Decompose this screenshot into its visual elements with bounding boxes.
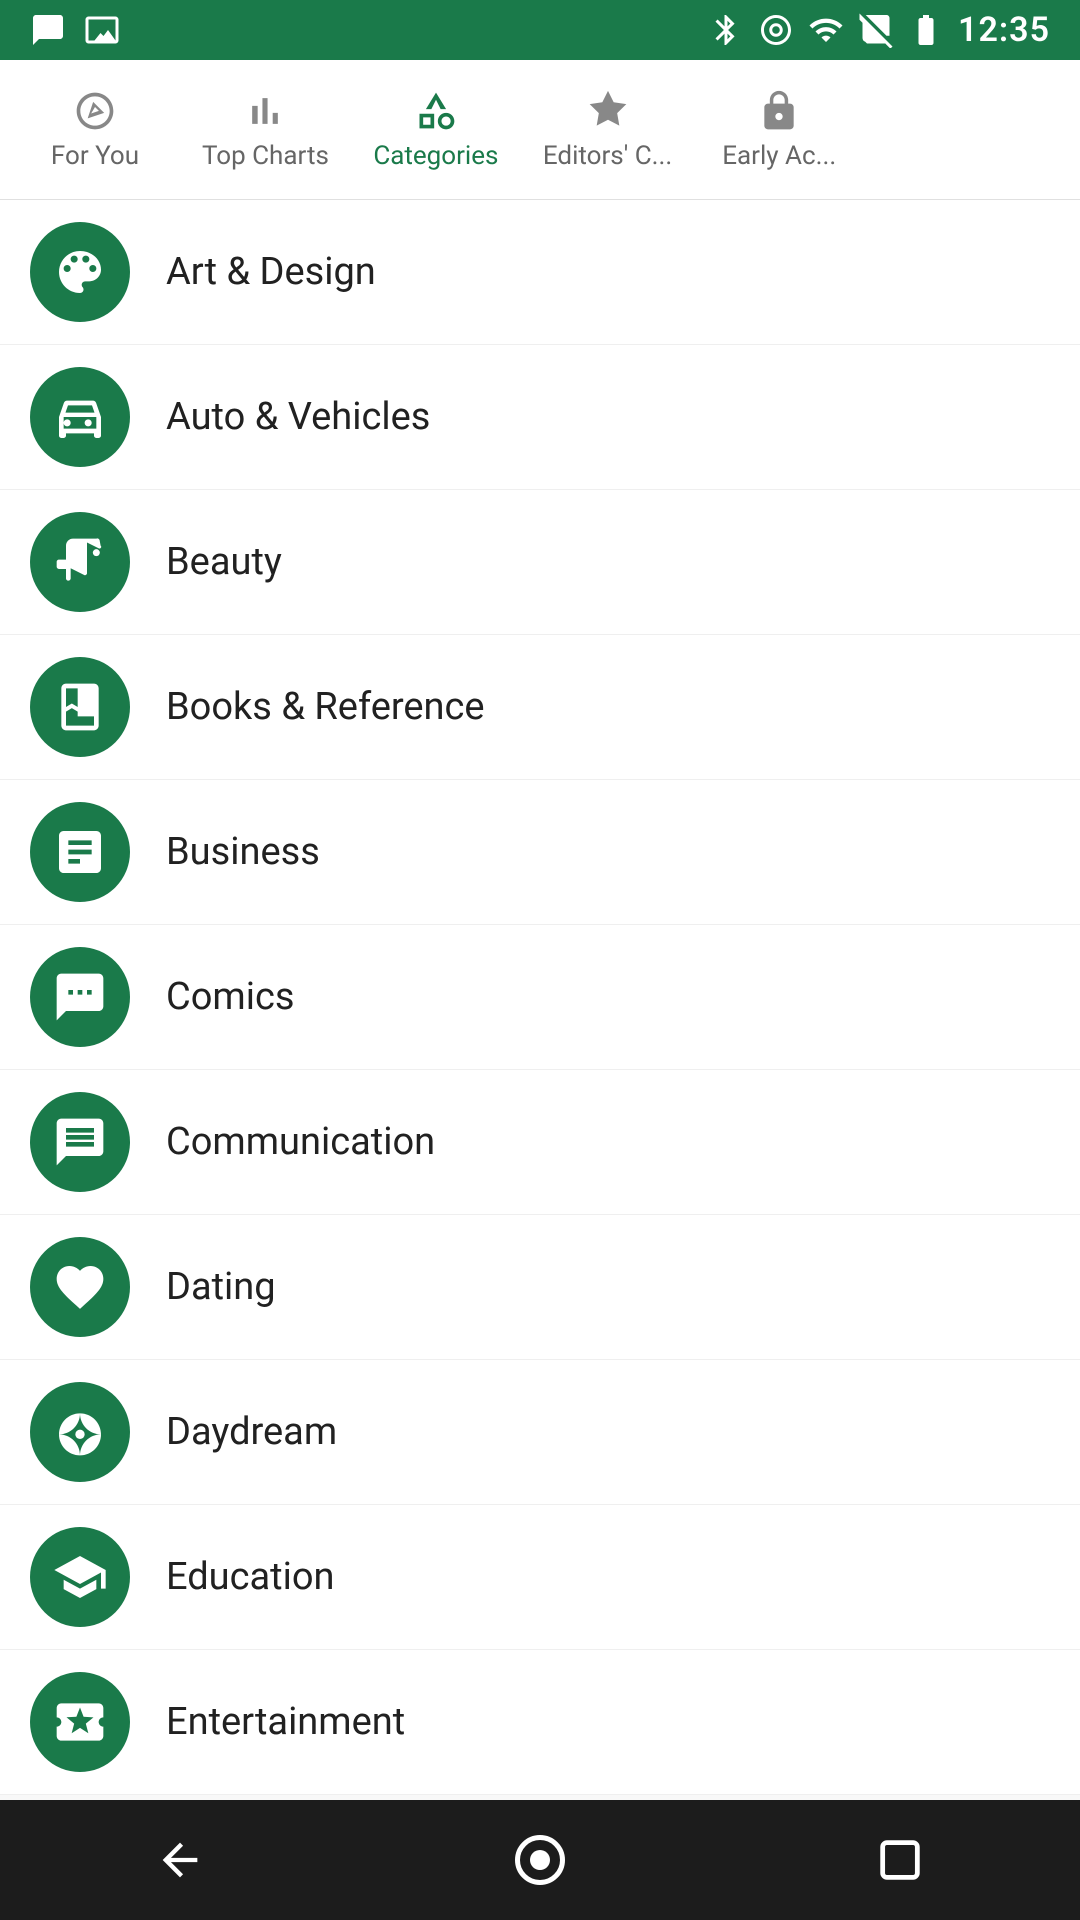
tab-categories[interactable]: Categories xyxy=(351,79,521,181)
business-chart-icon xyxy=(52,824,108,880)
car-icon xyxy=(52,389,108,445)
status-bar-left-icons xyxy=(30,12,120,48)
home-button[interactable] xyxy=(500,1820,580,1900)
sync-icon xyxy=(758,12,794,48)
auto-vehicles-icon-circle xyxy=(30,367,130,467)
dating-icon-circle xyxy=(30,1237,130,1337)
compass-icon xyxy=(73,89,117,133)
category-name: Communication xyxy=(166,1120,435,1164)
category-name: Entertainment xyxy=(166,1700,405,1744)
clock: 12:35 xyxy=(958,10,1050,50)
category-list: Art & Design Auto & Vehicles Beauty xyxy=(0,200,1080,1795)
beauty-icon-circle xyxy=(30,512,130,612)
category-name: Daydream xyxy=(166,1410,337,1454)
communication-icon-circle xyxy=(30,1092,130,1192)
list-item[interactable]: Beauty xyxy=(0,490,1080,635)
list-item[interactable]: Books & Reference xyxy=(0,635,1080,780)
palette-icon xyxy=(52,244,108,300)
list-item[interactable]: Business xyxy=(0,780,1080,925)
flower-icon xyxy=(52,1404,108,1460)
comics-icon-circle xyxy=(30,947,130,1047)
list-item[interactable]: Art & Design xyxy=(0,200,1080,345)
entertainment-icon-circle xyxy=(30,1672,130,1772)
tab-early-access-label: Early Ac... xyxy=(722,141,836,171)
lock-icon xyxy=(757,89,801,133)
status-bar-right-icons: 12:35 xyxy=(708,10,1050,50)
recents-button[interactable] xyxy=(860,1820,940,1900)
list-item[interactable]: Education xyxy=(0,1505,1080,1650)
status-bar: 12:35 xyxy=(0,0,1080,60)
bluetooth-icon xyxy=(708,12,744,48)
tab-editors-choice[interactable]: Editors' C... xyxy=(521,79,694,181)
list-item[interactable]: Dating xyxy=(0,1215,1080,1360)
category-name: Dating xyxy=(166,1265,276,1309)
bottom-nav-bar xyxy=(0,1800,1080,1920)
art-design-icon-circle xyxy=(30,222,130,322)
ticket-icon xyxy=(52,1694,108,1750)
battery-icon xyxy=(908,12,944,48)
category-name: Business xyxy=(166,830,320,874)
tab-bar: For You Top Charts Categories Editors' C… xyxy=(0,60,1080,200)
category-name: Beauty xyxy=(166,540,282,584)
star-badge-icon xyxy=(586,89,630,133)
books-reference-icon-circle xyxy=(30,657,130,757)
speech-bubble-icon xyxy=(52,969,108,1025)
education-icon-circle xyxy=(30,1527,130,1627)
back-button[interactable] xyxy=(140,1820,220,1900)
tab-editors-choice-label: Editors' C... xyxy=(543,141,672,171)
content-area: Art & Design Auto & Vehicles Beauty xyxy=(0,200,1080,1840)
category-name: Education xyxy=(166,1555,335,1599)
category-name: Books & Reference xyxy=(166,685,485,729)
tab-categories-label: Categories xyxy=(373,141,498,171)
home-circle-icon xyxy=(510,1830,570,1890)
tab-for-you[interactable]: For You xyxy=(10,79,180,181)
recents-square-icon xyxy=(874,1834,926,1886)
category-name: Comics xyxy=(166,975,294,1019)
tab-for-you-label: For You xyxy=(51,141,139,171)
business-icon-circle xyxy=(30,802,130,902)
hair-dryer-icon xyxy=(52,534,108,590)
heart-icon xyxy=(52,1259,108,1315)
signal-icon xyxy=(858,12,894,48)
list-item[interactable]: Daydream xyxy=(0,1360,1080,1505)
notification-icon xyxy=(30,12,66,48)
daydream-icon-circle xyxy=(30,1382,130,1482)
chat-icon xyxy=(52,1114,108,1170)
tab-top-charts[interactable]: Top Charts xyxy=(180,79,351,181)
graduation-cap-icon xyxy=(52,1549,108,1605)
list-item[interactable]: Comics xyxy=(0,925,1080,1070)
list-item[interactable]: Communication xyxy=(0,1070,1080,1215)
category-name: Art & Design xyxy=(166,250,376,294)
category-name: Auto & Vehicles xyxy=(166,395,430,439)
wifi-icon xyxy=(808,12,844,48)
list-item[interactable]: Entertainment xyxy=(0,1650,1080,1795)
list-item[interactable]: Auto & Vehicles xyxy=(0,345,1080,490)
back-arrow-icon xyxy=(154,1834,206,1886)
categories-icon xyxy=(414,89,458,133)
book-icon xyxy=(52,679,108,735)
image-icon xyxy=(84,12,120,48)
tab-top-charts-label: Top Charts xyxy=(202,141,329,171)
bar-chart-icon xyxy=(243,89,287,133)
tab-early-access[interactable]: Early Ac... xyxy=(694,79,864,181)
